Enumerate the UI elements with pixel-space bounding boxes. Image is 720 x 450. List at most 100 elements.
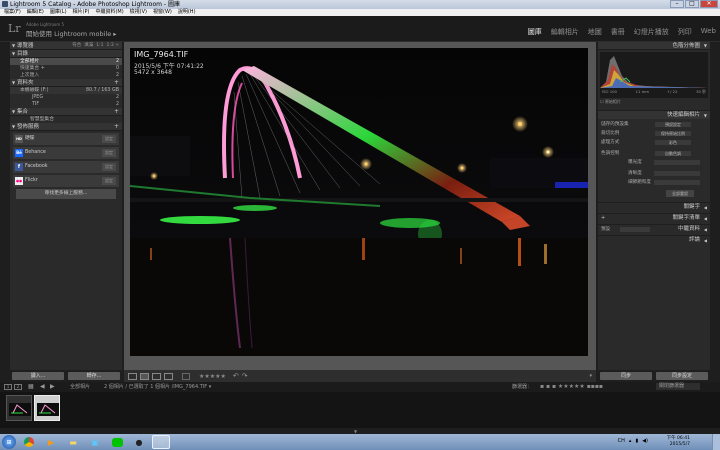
- add-folder-icon[interactable]: +: [114, 79, 119, 87]
- comments-header[interactable]: 評論 ◀: [598, 235, 710, 244]
- service-flickr[interactable]: ●● Flickr 設定: [13, 175, 119, 187]
- menu-edit[interactable]: 編輯(E): [27, 9, 44, 16]
- media-player-taskbar-icon[interactable]: ▶: [42, 435, 60, 449]
- main-photo[interactable]: [130, 48, 588, 356]
- service-hard-drive[interactable]: HD 硬碟 設定: [13, 133, 119, 145]
- publish-services-header[interactable]: ▼ 發佈服務 +: [10, 123, 122, 131]
- metadata-preset-select[interactable]: [620, 227, 650, 232]
- filmstrip-info[interactable]: 2 個相片 / 已選取了 1 個相片 /IMG_7964.TIF ▾: [104, 382, 211, 392]
- module-map[interactable]: 地圖: [588, 27, 602, 37]
- add-service-icon[interactable]: +: [114, 123, 119, 131]
- filter-select[interactable]: 關閉篩選器: [656, 383, 700, 390]
- line-taskbar-icon[interactable]: [108, 435, 126, 449]
- treatment-select[interactable]: 彩色: [655, 140, 691, 145]
- quick-develop-header[interactable]: 快速編輯相片 ▼: [598, 110, 710, 119]
- taskbar-clock[interactable]: 下午 06:41 2015/5/7: [667, 436, 690, 448]
- add-collection-icon[interactable]: +: [114, 108, 119, 116]
- navigator-header[interactable]: ▼ 導覽器 符合 填滿 1:1 1:3 ÷: [10, 42, 122, 50]
- sync-settings-button[interactable]: 同步設定: [656, 372, 708, 380]
- menu-file[interactable]: 檔案(F): [4, 9, 21, 16]
- menu-metadata[interactable]: 中繼資料(M): [95, 9, 123, 16]
- catalog-header[interactable]: ▼ 目錄: [10, 50, 122, 58]
- start-button[interactable]: ⊞: [2, 435, 16, 449]
- service-facebook[interactable]: f Facebook 設定: [13, 161, 119, 173]
- toolbar-menu-icon[interactable]: ▾: [589, 373, 592, 379]
- loupe-view-icon[interactable]: [140, 372, 149, 380]
- service-setup-button[interactable]: 設定: [102, 163, 116, 171]
- histogram-header[interactable]: 色階分佈圖 ▼: [598, 42, 710, 50]
- back-arrow-icon[interactable]: ◀: [40, 382, 45, 392]
- volume-icon[interactable]: ◀): [642, 438, 648, 444]
- lightroom-taskbar-icon[interactable]: Lr: [152, 435, 170, 449]
- zoom-fill[interactable]: 填滿: [84, 42, 93, 50]
- tray-arrow-icon[interactable]: ▴: [629, 438, 632, 444]
- chrome-taskbar-icon[interactable]: [20, 435, 38, 449]
- lightroom-mobile-link[interactable]: 開始使用 Lightroom mobile ▸: [26, 28, 117, 38]
- export-button[interactable]: 轉存...: [68, 372, 120, 380]
- sync-button[interactable]: 同步: [600, 372, 652, 380]
- menu-window[interactable]: 視窗(W): [153, 9, 172, 16]
- keywording-header[interactable]: 關鍵字 ◀: [598, 202, 710, 211]
- exposure-adjust-buttons[interactable]: [654, 160, 700, 165]
- network-icon[interactable]: ▮: [635, 438, 638, 444]
- menu-view[interactable]: 檢視(V): [130, 9, 147, 16]
- catalog-item-all-photos[interactable]: 全部相片 2: [10, 58, 122, 65]
- zoom-1-1[interactable]: 1:1: [96, 42, 103, 50]
- show-desktop-button[interactable]: [712, 434, 720, 450]
- photo-app-taskbar-icon[interactable]: ▣: [86, 435, 104, 449]
- menu-library[interactable]: 圖庫(L): [50, 9, 67, 16]
- module-library[interactable]: 圖庫: [528, 27, 542, 37]
- collections-header[interactable]: ▼ 集合 +: [10, 108, 122, 116]
- language-indicator[interactable]: CH: [618, 438, 625, 444]
- flag-icon[interactable]: [182, 372, 190, 380]
- metadata-header[interactable]: 預設 中繼資料 ◀: [598, 224, 710, 233]
- disk-row[interactable]: 本機磁碟 (F:) 80.7 / 163 GB: [10, 87, 122, 94]
- menu-photo[interactable]: 相片(P): [73, 9, 90, 16]
- explorer-taskbar-icon[interactable]: ▬: [64, 435, 82, 449]
- auto-tone-button[interactable]: 自動色調: [655, 151, 691, 156]
- survey-view-icon[interactable]: [164, 372, 173, 380]
- service-setup-button[interactable]: 設定: [102, 149, 116, 157]
- original-photo-checkbox[interactable]: ☐ 原始相片: [600, 99, 621, 105]
- crop-ratio-select[interactable]: 保持原始比例: [655, 131, 691, 136]
- saved-preset-select[interactable]: 預設設定: [655, 122, 691, 127]
- module-web[interactable]: Web: [701, 27, 716, 37]
- rotate-left-icon[interactable]: ↶: [233, 372, 239, 380]
- app-taskbar-icon[interactable]: ●: [130, 435, 148, 449]
- reset-all-button[interactable]: 全部重設: [666, 190, 694, 197]
- filmstrip-source[interactable]: 全部相片: [70, 382, 90, 392]
- grid-view-icon[interactable]: [128, 372, 137, 380]
- page-1-button[interactable]: 1: [4, 384, 12, 390]
- zoom-fit[interactable]: 符合: [72, 42, 81, 50]
- menu-help[interactable]: 說明(H): [178, 9, 196, 16]
- grid-icon[interactable]: ▦: [28, 382, 34, 392]
- module-slideshow[interactable]: 幻燈片播放: [634, 27, 669, 37]
- import-button[interactable]: 讀入...: [12, 372, 64, 380]
- folders-header[interactable]: ▼ 資料夾 +: [10, 79, 122, 87]
- module-print[interactable]: 列印: [678, 27, 692, 37]
- folder-item-jpeg[interactable]: JPEG 2: [10, 94, 122, 101]
- find-more-services-button[interactable]: 尋找更多線上服務...: [16, 189, 116, 199]
- page-2-button[interactable]: 2: [14, 384, 22, 390]
- maximize-button[interactable]: □: [685, 0, 699, 8]
- filter-flag-icons[interactable]: ▪ ▪ ▪ ★★★★★ ▪▪▪▪: [540, 382, 603, 392]
- service-setup-button[interactable]: 設定: [102, 177, 116, 185]
- clarity-adjust-buttons[interactable]: [654, 171, 700, 176]
- filmstrip-thumbnail-selected[interactable]: [34, 395, 60, 421]
- minimize-button[interactable]: –: [670, 0, 684, 8]
- collection-item-smart[interactable]: 智慧型集合: [10, 116, 122, 123]
- close-button[interactable]: ✕: [700, 0, 718, 8]
- catalog-item-previous-import[interactable]: 上次匯入 2: [10, 72, 122, 79]
- forward-arrow-icon[interactable]: ▶: [50, 382, 55, 392]
- add-keyword-icon[interactable]: +: [601, 214, 605, 223]
- service-setup-button[interactable]: 設定: [102, 135, 116, 143]
- filmstrip-thumbnail[interactable]: [6, 395, 32, 421]
- module-book[interactable]: 書冊: [611, 27, 625, 37]
- vibrance-adjust-buttons[interactable]: [654, 180, 700, 185]
- catalog-item-quick-collection[interactable]: 快速集合 + 0: [10, 65, 122, 72]
- rotate-right-icon[interactable]: ↷: [242, 372, 248, 380]
- star-rating[interactable]: ★★★★★: [199, 373, 226, 380]
- service-behance[interactable]: Bē Behance 設定: [13, 147, 119, 159]
- keyword-list-header[interactable]: + 關鍵字清單 ◀: [598, 213, 710, 222]
- zoom-ratio[interactable]: 1:3 ÷: [107, 42, 119, 50]
